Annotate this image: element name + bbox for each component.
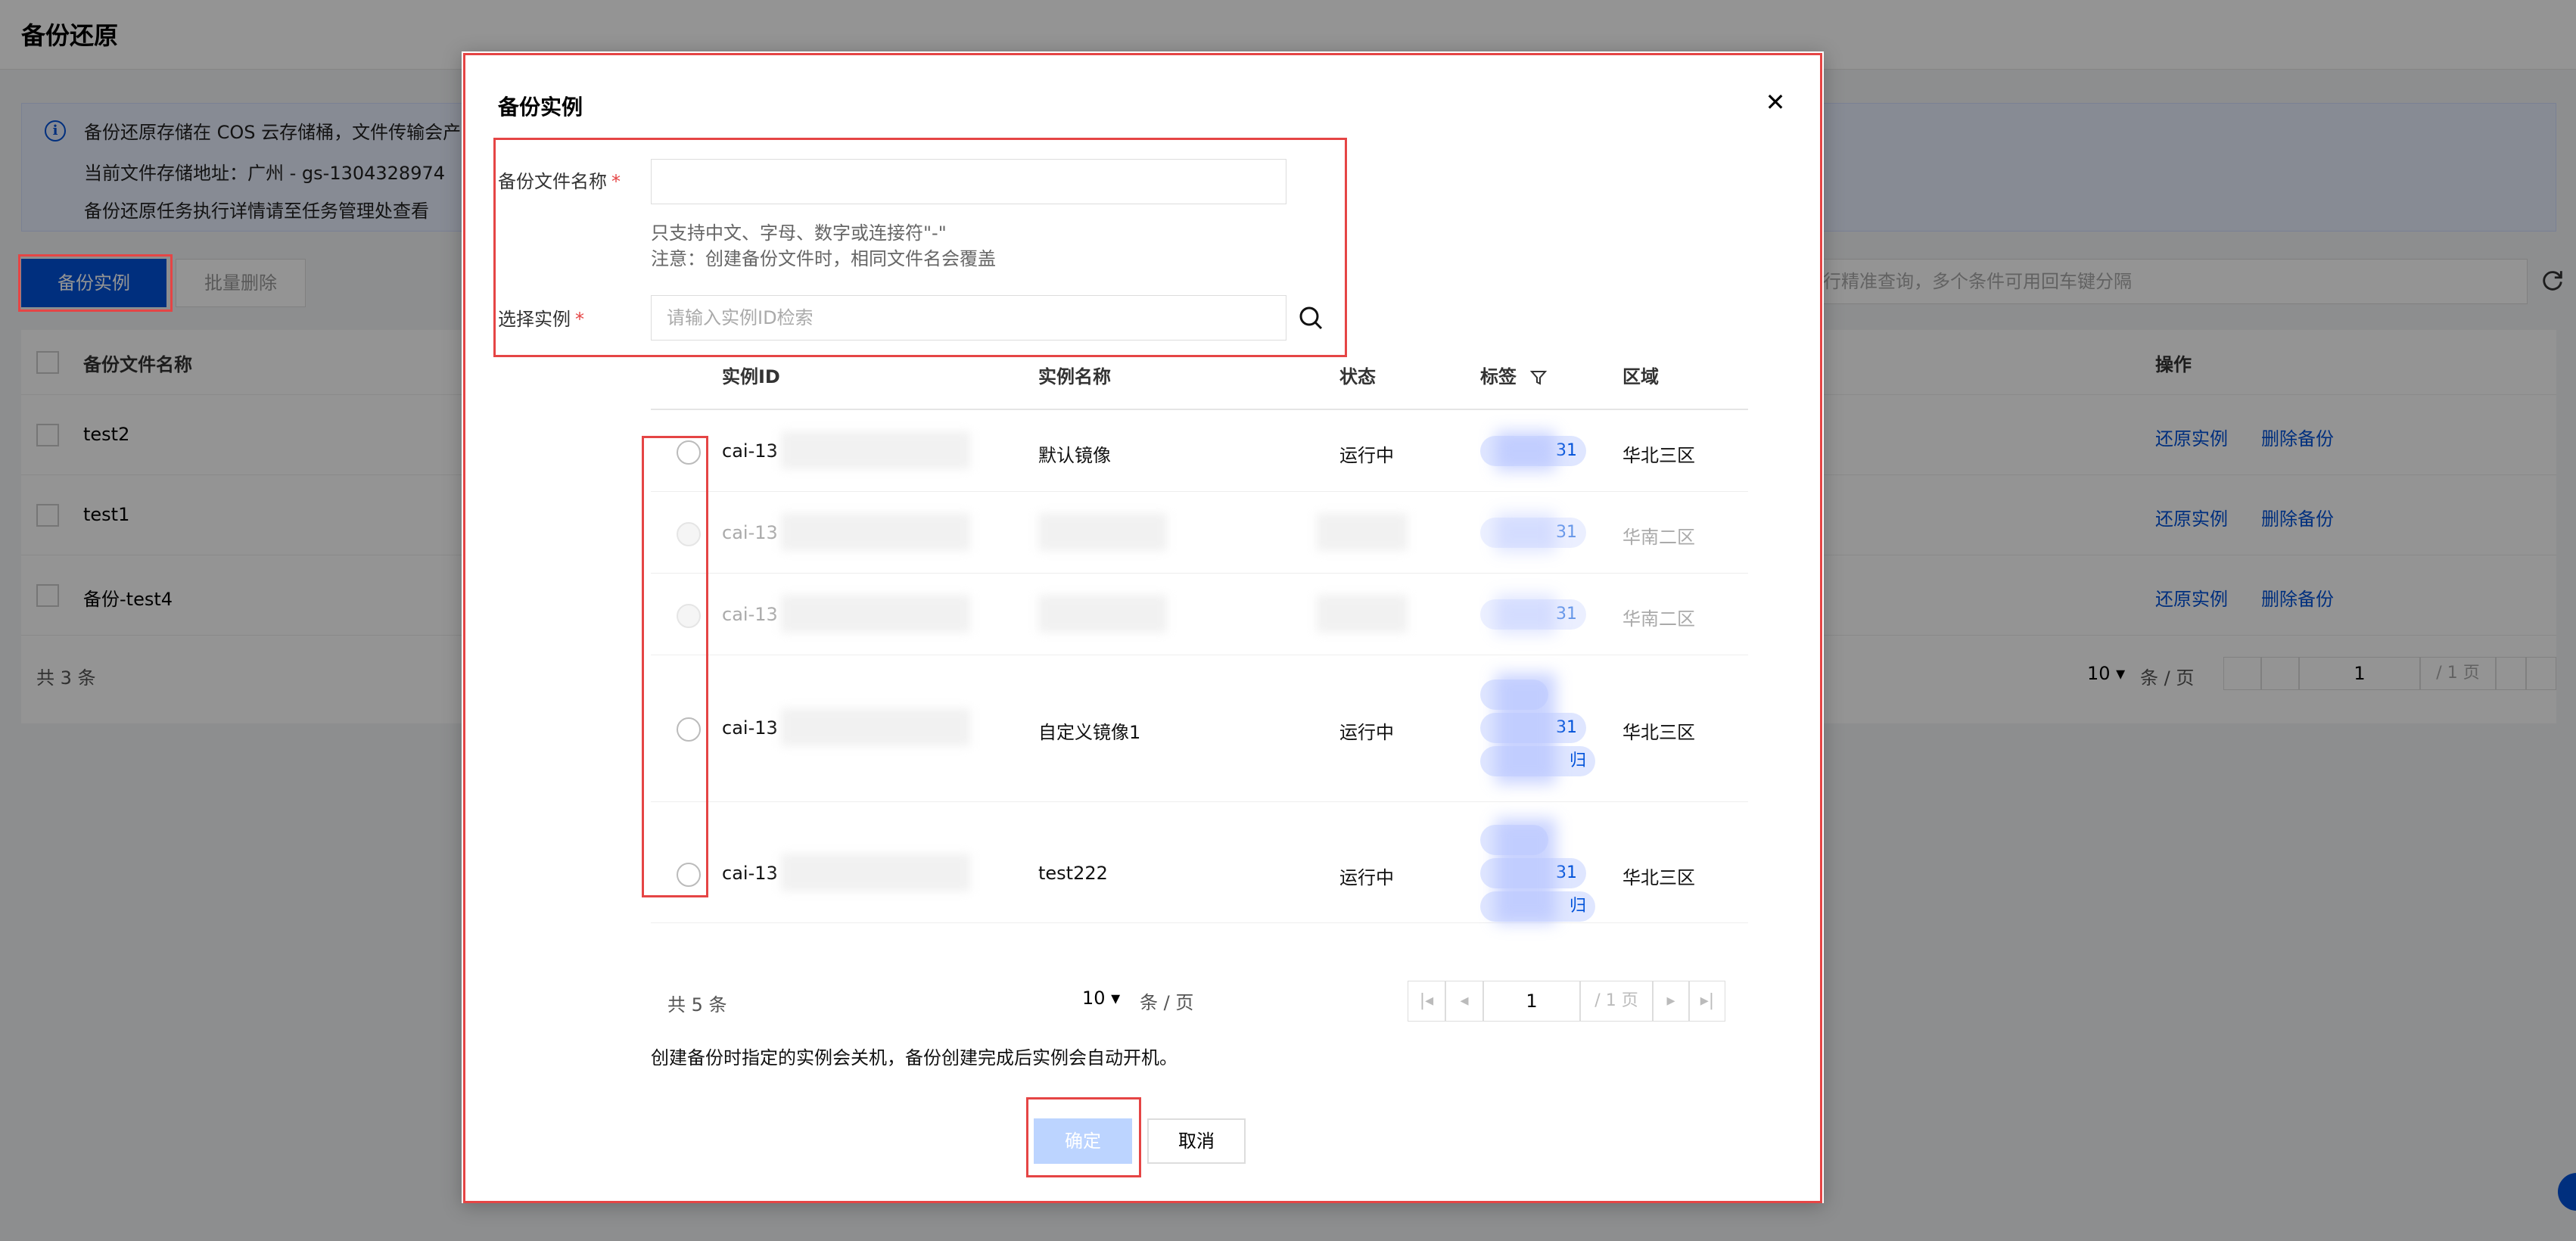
highlight-form-fields: [493, 138, 1347, 357]
highlight-radio-column: [642, 436, 708, 897]
highlight-backup-button: [18, 254, 173, 312]
highlight-confirm-button: [1026, 1097, 1141, 1177]
